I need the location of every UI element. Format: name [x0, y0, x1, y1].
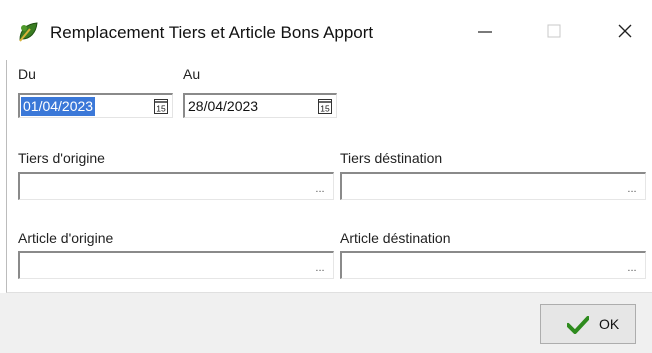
- tiers-dest-label: Tiers déstination: [340, 150, 443, 166]
- from-date-value[interactable]: 01/04/2023: [21, 97, 96, 116]
- form-panel: Du 01/04/2023 15 Au 28/04/2023 15 Tiers …: [6, 60, 652, 293]
- article-origin-field[interactable]: ...: [18, 251, 334, 279]
- tiers-origin-browse-button[interactable]: ...: [309, 175, 331, 199]
- article-dest-browse-button[interactable]: ...: [621, 254, 643, 278]
- leaf-icon: [19, 22, 38, 42]
- ok-label: OK: [599, 316, 620, 332]
- tiers-dest-field[interactable]: ...: [340, 172, 646, 200]
- from-date-label: Du: [18, 66, 36, 82]
- to-date-value[interactable]: 28/04/2023: [186, 97, 260, 116]
- article-origin-browse-button[interactable]: ...: [309, 254, 331, 278]
- article-dest-label: Article déstination: [340, 230, 451, 246]
- calendar-day-number: 15: [320, 104, 330, 114]
- dialog-body: Du 01/04/2023 15 Au 28/04/2023 15 Tiers …: [0, 60, 652, 353]
- tiers-dest-browse-button[interactable]: ...: [621, 175, 643, 199]
- calendar-icon[interactable]: 15: [318, 99, 332, 114]
- from-date-picker[interactable]: 01/04/2023 15: [18, 93, 173, 118]
- checkmark-icon: [567, 316, 589, 334]
- to-date-picker[interactable]: 28/04/2023 15: [183, 93, 337, 118]
- window-title: Remplacement Tiers et Article Bons Appor…: [50, 23, 374, 42]
- tiers-origin-label: Tiers d'origine: [18, 150, 105, 166]
- close-button[interactable]: [610, 16, 640, 46]
- title-bar[interactable]: Remplacement Tiers et Article Bons Appor…: [0, 0, 652, 60]
- article-dest-field[interactable]: ...: [340, 251, 646, 279]
- tiers-origin-field[interactable]: ...: [18, 172, 334, 200]
- calendar-icon[interactable]: 15: [154, 99, 168, 114]
- maximize-button[interactable]: [539, 16, 569, 46]
- minimize-button[interactable]: [470, 16, 500, 46]
- article-origin-label: Article d'origine: [18, 230, 114, 246]
- calendar-day-number: 15: [156, 104, 166, 114]
- to-date-label: Au: [183, 66, 201, 82]
- ok-button[interactable]: OK: [540, 304, 636, 344]
